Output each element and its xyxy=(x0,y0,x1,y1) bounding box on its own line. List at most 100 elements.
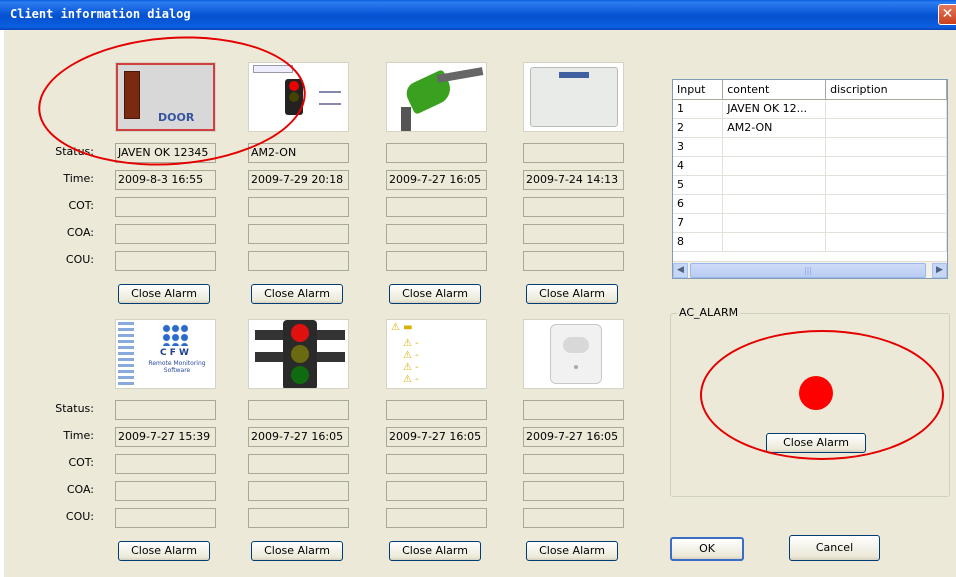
table-cell xyxy=(722,175,827,195)
cou-field[interactable] xyxy=(386,251,487,271)
time-field[interactable]: 2009-7-27 16:05 xyxy=(386,170,487,190)
table-cell xyxy=(825,194,947,214)
cot-field[interactable] xyxy=(248,454,349,474)
warning-list-icon: ⚠ ▬ xyxy=(391,322,413,333)
close-alarm-button[interactable]: Close Alarm xyxy=(526,284,618,304)
horizontal-scrollbar[interactable]: ◀ ||| ▶ xyxy=(673,261,947,278)
close-alarm-button[interactable]: Close Alarm xyxy=(118,541,210,561)
time-field[interactable]: 2009-7-27 16:05 xyxy=(523,427,624,447)
label-cot-row1: COT: xyxy=(68,199,94,212)
close-alarm-button[interactable]: Close Alarm xyxy=(389,541,481,561)
coa-field[interactable] xyxy=(248,481,349,501)
sensor-thumbnail[interactable] xyxy=(386,62,487,132)
table-cell: 4 xyxy=(673,156,724,176)
close-alarm-button[interactable]: Close Alarm xyxy=(526,541,618,561)
table-row[interactable]: 3 xyxy=(673,137,947,157)
label-cou-row2: COU: xyxy=(65,510,94,523)
coa-field[interactable] xyxy=(248,224,349,244)
sensor-thumbnail[interactable]: ⚠ ▬ ⚠ - ⚠ - ⚠ - ⚠ - xyxy=(386,319,487,389)
table-row[interactable]: 1 JAVEN OK 12... xyxy=(673,99,947,119)
sensor-thumbnail[interactable] xyxy=(248,319,349,389)
table-cell xyxy=(825,137,947,157)
label-status-row1: Status: xyxy=(55,145,94,158)
alarm-led-icon xyxy=(799,376,833,410)
control-box-icon xyxy=(530,67,618,127)
coa-field[interactable] xyxy=(386,224,487,244)
coa-field[interactable] xyxy=(115,481,216,501)
status-field[interactable] xyxy=(115,400,216,420)
cot-field[interactable] xyxy=(115,454,216,474)
ac-close-alarm-button[interactable]: Close Alarm xyxy=(766,433,866,453)
status-field[interactable]: JAVEN OK 12345 xyxy=(115,143,216,163)
status-field[interactable] xyxy=(386,400,487,420)
cou-field[interactable] xyxy=(248,508,349,528)
cou-field[interactable] xyxy=(386,508,487,528)
ok-button[interactable]: OK xyxy=(670,537,744,561)
table-cell: 5 xyxy=(673,175,724,195)
table-row[interactable]: 2 AM2-ON xyxy=(673,118,947,138)
cot-field[interactable] xyxy=(115,197,216,217)
sensor-thumbnail[interactable]: C F W Remote Monitoring Software xyxy=(115,319,216,389)
time-field[interactable]: 2009-7-27 15:39 xyxy=(115,427,216,447)
time-field[interactable]: 2009-7-29 20:18 xyxy=(248,170,349,190)
time-field[interactable]: 2009-8-3 16:55 xyxy=(115,170,216,190)
cou-field[interactable] xyxy=(248,251,349,271)
time-field[interactable]: 2009-7-27 16:05 xyxy=(248,427,349,447)
sensor-thumbnail[interactable] xyxy=(248,62,349,132)
coa-field[interactable] xyxy=(115,224,216,244)
status-field[interactable] xyxy=(386,143,487,163)
header-discription[interactable]: discription xyxy=(825,80,947,100)
header-input[interactable]: Input xyxy=(673,80,724,100)
cou-field[interactable] xyxy=(523,251,624,271)
close-alarm-button[interactable]: Close Alarm xyxy=(118,284,210,304)
table-cell: 1 xyxy=(673,99,724,119)
close-window-button[interactable]: ✕ xyxy=(938,4,956,25)
coa-field[interactable] xyxy=(523,224,624,244)
table-cell xyxy=(722,137,827,157)
table-cell xyxy=(722,213,827,233)
table-cell xyxy=(825,156,947,176)
cot-field[interactable] xyxy=(523,454,624,474)
close-alarm-button[interactable]: Close Alarm xyxy=(251,284,343,304)
input-table[interactable]: Input content discription 1 JAVEN OK 12..… xyxy=(672,79,948,279)
table-row[interactable]: 7 xyxy=(673,213,947,233)
traffic-light-icon xyxy=(283,320,317,388)
close-alarm-button[interactable]: Close Alarm xyxy=(389,284,481,304)
status-field[interactable]: AM2-ON xyxy=(248,143,349,163)
cot-field[interactable] xyxy=(523,197,624,217)
motion-sensor-icon xyxy=(550,324,602,384)
cot-field[interactable] xyxy=(386,454,487,474)
table-row[interactable]: 8 xyxy=(673,232,947,252)
table-row[interactable]: 6 xyxy=(673,194,947,214)
sensor-thumbnail[interactable] xyxy=(523,62,624,132)
cou-field[interactable] xyxy=(523,508,624,528)
table-cell: 8 xyxy=(673,232,724,252)
traffic-light-icon xyxy=(285,79,303,115)
coa-field[interactable] xyxy=(386,481,487,501)
cancel-button[interactable]: Cancel xyxy=(789,535,880,561)
cfw-logo-icon xyxy=(162,324,188,346)
window-title: Client information dialog xyxy=(10,7,191,21)
cot-field[interactable] xyxy=(386,197,487,217)
status-field[interactable] xyxy=(523,400,624,420)
scroll-right-icon[interactable]: ▶ xyxy=(932,263,947,278)
scroll-thumb[interactable]: ||| xyxy=(690,263,926,278)
thumb-cfw-label: C F W xyxy=(160,348,189,358)
thumb-door-label: DOOR xyxy=(158,111,195,124)
time-field[interactable]: 2009-7-24 14:13 xyxy=(523,170,624,190)
time-field[interactable]: 2009-7-27 16:05 xyxy=(386,427,487,447)
scroll-left-icon[interactable]: ◀ xyxy=(673,263,688,278)
cot-field[interactable] xyxy=(248,197,349,217)
table-row[interactable]: 5 xyxy=(673,175,947,195)
header-content[interactable]: content xyxy=(722,80,827,100)
status-field[interactable] xyxy=(248,400,349,420)
table-row[interactable]: 4 xyxy=(673,156,947,176)
sensor-thumbnail[interactable] xyxy=(523,319,624,389)
close-alarm-button[interactable]: Close Alarm xyxy=(251,541,343,561)
cou-field[interactable] xyxy=(115,508,216,528)
cou-field[interactable] xyxy=(115,251,216,271)
sensor-thumbnail[interactable]: DOOR xyxy=(115,62,216,132)
thumb-cfw-sub: Remote Monitoring Software xyxy=(148,360,206,374)
status-field[interactable] xyxy=(523,143,624,163)
coa-field[interactable] xyxy=(523,481,624,501)
